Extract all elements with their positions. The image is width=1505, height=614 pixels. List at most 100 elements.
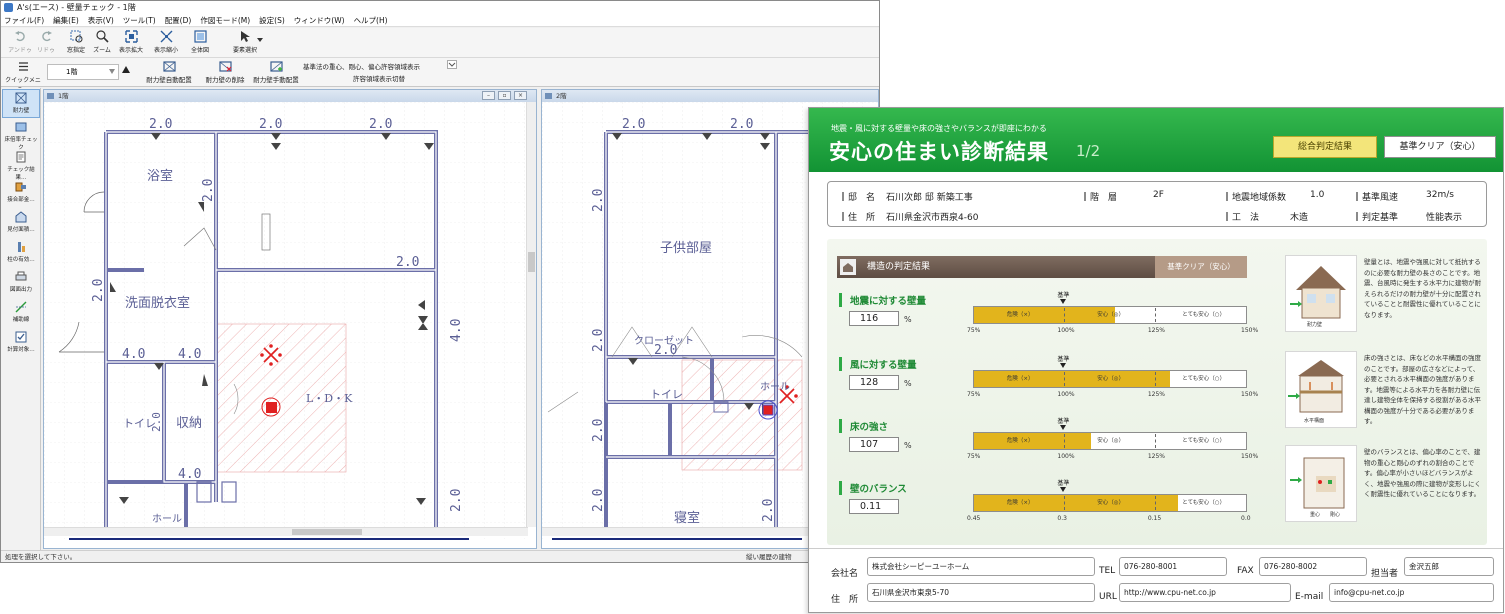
footer-address-label: 住 所	[831, 595, 859, 605]
menu-tools[interactable]: ツール(T)	[123, 14, 156, 26]
footer-address-field[interactable]: 石川県金沢市東泉5-70	[867, 583, 1095, 602]
diagnosis-report: 地震・風に対する壁量や床の強さやバランスが即座にわかる 安心の住まい診断結果 1…	[808, 107, 1504, 613]
sidebar-item-calc-target[interactable]: 計算対象…	[2, 329, 40, 358]
footer-tel-label: TEL	[1099, 566, 1116, 576]
sidebar-item-bearing-wall[interactable]: 耐力壁	[2, 89, 40, 118]
description-wall-amount: 壁量とは、地震や強風に対して抵抗するのに必要な耐力壁の長さのことです。地震、台風…	[1364, 258, 1481, 319]
footer-email-field[interactable]: info@cpu-net.co.jp	[1329, 583, 1494, 602]
plan1-room-ldk: L・D・K	[306, 392, 353, 405]
zoom-button[interactable]: ズーム	[87, 30, 117, 56]
sidebar-item-exposed-area[interactable]: 見付面積…	[2, 209, 40, 238]
wall-auto-icon	[162, 61, 176, 72]
redo-button[interactable]: リドゥ	[31, 30, 61, 56]
menu-view[interactable]: 表示(V)	[88, 14, 114, 26]
gauge-zone-label: 危険（×）	[1006, 438, 1034, 444]
sidebar-item-joint-hardware[interactable]: 接合部金…	[2, 179, 40, 208]
sidebar-item-floor-check[interactable]: 床倍率チェック	[2, 119, 40, 151]
auto-place-button[interactable]: 耐力壁自動配置	[141, 61, 197, 85]
gauge-tick-label: 150%	[1241, 327, 1259, 334]
description-wall-balance: 壁のバランスとは、偏心率のことで、建物の重心と剛心のずれの割合のことです。偏心率…	[1364, 448, 1481, 498]
result-sheet-icon	[16, 151, 26, 163]
info-floor: 2F	[1153, 190, 1164, 200]
info-method: 木造	[1290, 213, 1309, 223]
zoom-in-button[interactable]: 表示拡大	[116, 30, 146, 56]
close-button[interactable]: ×	[514, 91, 527, 100]
sidebar-item-column-effective[interactable]: 柱の有効…	[2, 239, 40, 268]
fit-all-button[interactable]: 全体図	[185, 30, 215, 56]
floor-up-arrow-icon[interactable]	[122, 66, 130, 73]
plan2-dim-8: 2.0	[761, 499, 776, 522]
menu-edit[interactable]: 編集(E)	[53, 14, 79, 26]
manual-place-button[interactable]: 耐力壁手動配置	[251, 61, 301, 85]
gauge-divider	[1064, 308, 1066, 322]
gauge-zone-label: 危険（×）	[1006, 312, 1034, 318]
scroll-thumb[interactable]	[528, 252, 535, 272]
restore-button[interactable]: ▫	[498, 91, 511, 100]
plan-window-1f[interactable]: 1階 – ▫ × 浴室 洗面脱衣室 トイレ 収納 L・D・K ホール 2.0 2…	[43, 89, 537, 549]
info-wind: 32m/s	[1426, 190, 1454, 200]
standard-arrow-icon	[1060, 487, 1067, 492]
plan1-horizontal-scrollbar[interactable]	[44, 527, 528, 536]
menu-settings[interactable]: 設定(S)	[259, 14, 285, 26]
wall-icon	[15, 92, 27, 104]
plan1-room-bath: 浴室	[147, 168, 173, 184]
plan2-dim-4: 2.0	[591, 189, 606, 212]
menu-place[interactable]: 配置(D)	[165, 14, 192, 26]
delete-wall-button[interactable]: 耐力壁の削除	[201, 61, 249, 85]
sidebar-item-check-result[interactable]: チェック結果…	[2, 149, 40, 181]
menu-help[interactable]: ヘルプ(H)	[354, 14, 388, 26]
display-option-dropdown[interactable]	[447, 60, 457, 69]
floor-select[interactable]: 1階	[47, 64, 119, 80]
floor-plan-1f[interactable]: 浴室 洗面脱衣室 トイレ 収納 L・D・K ホール 2.0 2.0 2.0 2.…	[44, 102, 526, 539]
floor-diaphragm-illustration: 水平構面	[1288, 360, 1344, 424]
hardware-icon	[15, 182, 26, 192]
plan1-dim-8: 2.0	[201, 179, 216, 202]
footer-company-field[interactable]: 株式会社シーピーユーホーム	[867, 557, 1095, 576]
gauge-zone-label: とても安心（○）	[1182, 500, 1226, 506]
hamburger-icon	[18, 62, 28, 71]
app-icon	[4, 3, 13, 12]
minimize-button[interactable]: –	[482, 91, 495, 100]
gauge-title: 風に対する壁量	[839, 357, 917, 371]
menu-draw-mode[interactable]: 作図モード(M)	[200, 14, 250, 26]
zoom-out-button[interactable]: 表示縮小	[151, 30, 181, 56]
plan2-dim-6: 2.0	[591, 419, 606, 442]
tab-overall-result[interactable]: 総合判定結果	[1273, 136, 1377, 158]
plan1-dim-6: 4.0	[178, 347, 201, 362]
scroll-thumb[interactable]	[292, 529, 362, 535]
description-floor-strength: 床の強さとは、床などの水平構面の強度のことです。部屋の広さなどによって、必要とさ…	[1364, 354, 1481, 425]
sidebar-item-drawing-output[interactable]: 図面出力	[2, 269, 40, 298]
gauge-tick-label: 100%	[1057, 327, 1075, 334]
standard-arrow-icon	[1060, 299, 1067, 304]
sidebar-item-guide-line[interactable]: 補助線	[2, 299, 40, 328]
gauge-tick-label: 125%	[1147, 453, 1165, 460]
tab-standard-clear[interactable]: 基準クリア（安心）	[1384, 136, 1496, 158]
quick-menu-button[interactable]: クイックメニュー	[5, 60, 41, 93]
plan1-dim-5: 4.0	[122, 347, 145, 362]
report-page-number: 1/2	[1076, 142, 1101, 160]
gauge-zone-label: とても安心（○）	[1182, 376, 1226, 382]
footer-url-field[interactable]: http://www.cpu-net.co.jp	[1119, 583, 1291, 602]
footer-fax-field[interactable]: 076-280-8002	[1259, 557, 1367, 576]
footer-person-field[interactable]: 金沢五郎	[1404, 557, 1494, 576]
project-info-box: 邸 名 石川次郎 邸 新築工事 階 層 2F 地震地域係数 1.0 基準風速 3…	[827, 181, 1487, 227]
window-icon	[47, 93, 54, 99]
dropdown-arrow-icon[interactable]	[257, 38, 263, 43]
menu-window[interactable]: ウィンドウ(W)	[294, 14, 345, 26]
gauge-value: 116	[849, 311, 899, 326]
plan1-vertical-scrollbar[interactable]	[526, 102, 536, 527]
menu-file[interactable]: ファイル(F)	[4, 14, 44, 26]
plan1-dim-1: 2.0	[149, 117, 172, 132]
element-select-button[interactable]: 要素選択	[225, 30, 265, 56]
plan1-dim-7: 4.0	[178, 467, 201, 482]
toggle-area-button[interactable]: 許容領域表示切替	[353, 73, 405, 83]
display-option-label: 基準法の重心、剛心、偏心許容領域表示	[303, 63, 420, 71]
gauge-bar: 危険（×） 安心（◎） とても安心（○）	[973, 306, 1247, 324]
gauge-fill	[974, 371, 1170, 387]
illustration-floor-strength: 水平構面	[1285, 351, 1357, 428]
gauge-tick-label: 75%	[967, 327, 981, 334]
info-address-label: 住 所	[842, 210, 875, 223]
footer-tel-field[interactable]: 076-280-8001	[1119, 557, 1227, 576]
gauge-value: 107	[849, 437, 899, 452]
gauge-unit: %	[904, 379, 912, 388]
